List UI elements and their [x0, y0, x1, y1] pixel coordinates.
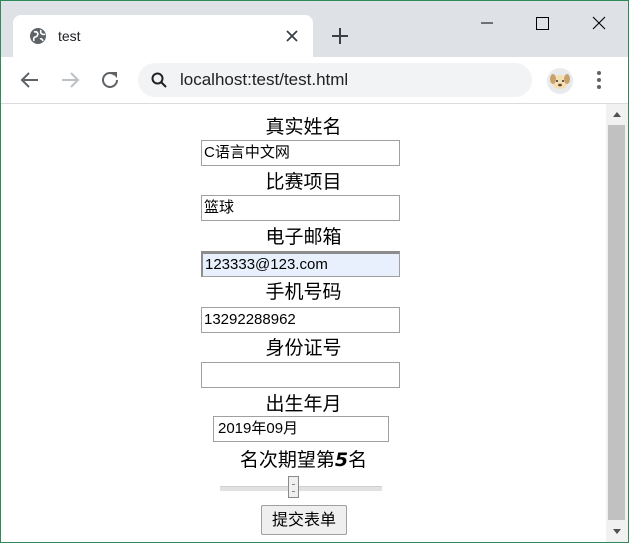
scrollbar-thumb[interactable] — [608, 125, 625, 520]
field-label-birth: 出生年月 — [265, 393, 342, 415]
rank-slider[interactable] — [220, 476, 382, 500]
id-number-input[interactable] — [201, 362, 400, 388]
tab-strip: test — [1, 1, 628, 58]
field-label-phone: 手机号码 — [265, 281, 342, 303]
rank-label-suffix: 名 — [348, 449, 368, 471]
name-input[interactable]: C语言中文网 — [201, 140, 400, 166]
arrow-right-icon[interactable] — [58, 68, 82, 92]
rank-label-prefix: 名次期望第 — [239, 449, 335, 471]
minimize-icon[interactable] — [464, 7, 510, 39]
event-input[interactable]: 篮球 — [201, 195, 400, 221]
address-bar[interactable]: localhost:test/test.html — [138, 63, 532, 97]
submit-button[interactable]: 提交表单 — [261, 505, 347, 535]
window-close-icon[interactable] — [576, 7, 622, 39]
email-input[interactable]: 123333@123.com — [201, 251, 400, 277]
field-label-name: 真实姓名 — [265, 116, 342, 138]
scroll-down-arrow-icon[interactable] — [606, 522, 628, 542]
toolbar: localhost:test/test.html — [1, 57, 628, 104]
phone-input[interactable]: 13292288962 — [201, 307, 400, 333]
tab-title: test — [58, 28, 81, 44]
scroll-up-arrow-icon[interactable] — [606, 104, 628, 124]
globe-icon — [30, 28, 46, 44]
vertical-scrollbar[interactable] — [606, 104, 628, 542]
field-label-email: 电子邮箱 — [265, 226, 342, 248]
url-text: localhost:test/test.html — [180, 70, 349, 89]
rank-label: 名次期望第5名 — [1, 449, 606, 471]
browser-window: test localhost:test/test.html 真实姓名 C语言中文… — [0, 0, 629, 543]
slider-thumb[interactable] — [288, 476, 299, 498]
page-viewport: 真实姓名 C语言中文网 比赛项目 篮球 电子邮箱 123333@123.com … — [1, 104, 606, 542]
birth-month-input[interactable]: 2019年09月 — [213, 416, 389, 442]
field-label-event: 比赛项目 — [265, 171, 342, 193]
slider-track — [220, 486, 382, 491]
search-icon — [151, 72, 167, 88]
field-label-id: 身份证号 — [265, 337, 342, 359]
maximize-icon[interactable] — [519, 7, 565, 39]
avatar-icon[interactable] — [547, 68, 573, 94]
plus-icon[interactable] — [329, 25, 351, 47]
kebab-menu-icon[interactable] — [589, 68, 609, 92]
close-icon[interactable] — [283, 27, 301, 45]
rank-value: 5 — [334, 449, 349, 471]
arrow-left-icon[interactable] — [18, 68, 42, 92]
tab-test[interactable]: test — [13, 15, 313, 58]
reload-icon[interactable] — [98, 68, 122, 92]
